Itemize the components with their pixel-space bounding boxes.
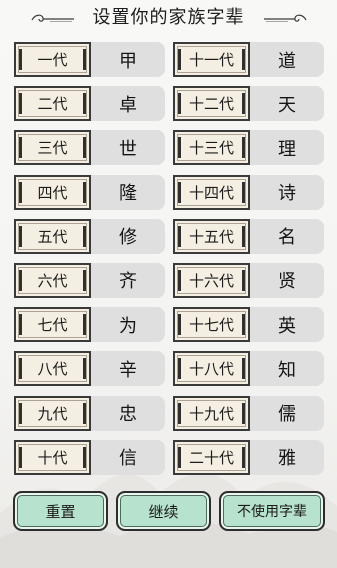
generation-char[interactable]: 为	[91, 307, 165, 342]
generation-row: 一代 甲 十一代 道	[14, 42, 324, 77]
generation-char[interactable]: 辛	[91, 351, 165, 386]
generation-row: 四代 隆 十四代 诗	[14, 174, 324, 210]
generation-label: 十六代	[173, 262, 250, 298]
generation-cell-17[interactable]: 十七代 英	[173, 307, 324, 343]
generation-char[interactable]: 道	[250, 42, 324, 77]
generation-char[interactable]: 贤	[250, 263, 324, 298]
generation-cell-1[interactable]: 一代 甲	[14, 42, 165, 77]
generation-cell-3[interactable]: 三代 世	[14, 130, 165, 166]
generation-cell-7[interactable]: 七代 为	[14, 307, 165, 343]
generation-label: 五代	[14, 218, 91, 254]
generation-char[interactable]: 知	[250, 351, 324, 386]
generation-cell-13[interactable]: 十三代 理	[173, 130, 324, 166]
generation-cell-2[interactable]: 二代 卓	[14, 86, 165, 122]
generation-char[interactable]: 世	[91, 130, 165, 165]
generation-cell-5[interactable]: 五代 修	[14, 218, 165, 254]
generation-cell-11[interactable]: 十一代 道	[173, 42, 324, 77]
generation-char[interactable]: 理	[250, 130, 324, 165]
generation-cell-4[interactable]: 四代 隆	[14, 174, 165, 210]
cloud-swirl-right-icon	[264, 14, 307, 22]
generation-grid: 一代 甲 十一代 道 二代 卓 十二代 天 三代 世 十三代 理 四代 隆 十四…	[14, 42, 324, 484]
generation-label: 三代	[14, 130, 91, 166]
generation-char[interactable]: 名	[250, 219, 324, 254]
generation-cell-12[interactable]: 十二代 天	[173, 86, 324, 122]
generation-char[interactable]: 诗	[250, 175, 324, 210]
generation-label: 十八代	[173, 351, 250, 387]
generation-label: 二代	[14, 86, 91, 122]
generation-label: 四代	[14, 174, 91, 210]
generation-cell-6[interactable]: 六代 齐	[14, 262, 165, 298]
generation-char[interactable]: 卓	[91, 86, 165, 121]
generation-char[interactable]: 天	[250, 86, 324, 121]
generation-row: 九代 忠 十九代 儒	[14, 395, 324, 431]
generation-label: 八代	[14, 351, 91, 387]
generation-label: 九代	[14, 395, 91, 431]
generation-char[interactable]: 忠	[91, 396, 165, 431]
generation-cell-16[interactable]: 十六代 贤	[173, 262, 324, 298]
no-generation-names-button[interactable]: 不使用字辈	[219, 491, 325, 531]
generation-row: 七代 为 十七代 英	[14, 307, 324, 343]
generation-char[interactable]: 修	[91, 219, 165, 254]
generation-cell-20[interactable]: 二十代 雅	[173, 439, 324, 475]
reset-button[interactable]: 重置	[13, 491, 108, 531]
generation-char[interactable]: 甲	[91, 42, 165, 77]
title-bar: 设置你的家族字辈	[0, 0, 337, 30]
generation-label: 十三代	[173, 130, 250, 166]
generation-label: 二十代	[173, 439, 250, 475]
generation-char[interactable]: 雅	[250, 440, 324, 475]
generation-label: 十代	[14, 439, 91, 475]
generation-cell-14[interactable]: 十四代 诗	[173, 174, 324, 210]
generation-char[interactable]: 齐	[91, 263, 165, 298]
generation-row: 五代 修 十五代 名	[14, 218, 324, 254]
generation-cell-18[interactable]: 十八代 知	[173, 351, 324, 387]
generation-char[interactable]: 隆	[91, 175, 165, 210]
generation-cell-19[interactable]: 十九代 儒	[173, 395, 324, 431]
generation-char[interactable]: 信	[91, 440, 165, 475]
action-buttons: 重置 继续 不使用字辈	[13, 491, 325, 531]
generation-cell-8[interactable]: 八代 辛	[14, 351, 165, 387]
generation-row: 三代 世 十三代 理	[14, 130, 324, 166]
generation-char[interactable]: 儒	[250, 396, 324, 431]
generation-cell-15[interactable]: 十五代 名	[173, 218, 324, 254]
generation-row: 八代 辛 十八代 知	[14, 351, 324, 387]
generation-label: 十七代	[173, 307, 250, 343]
generation-label: 十四代	[173, 174, 250, 210]
generation-label: 七代	[14, 307, 91, 343]
generation-char[interactable]: 英	[250, 307, 324, 342]
generation-label: 十五代	[173, 218, 250, 254]
generation-label: 一代	[14, 42, 91, 77]
generation-row: 十代 信 二十代 雅	[14, 439, 324, 475]
generation-label: 六代	[14, 262, 91, 298]
generation-label: 十二代	[173, 86, 250, 122]
generation-cell-10[interactable]: 十代 信	[14, 439, 165, 475]
continue-button[interactable]: 继续	[116, 491, 211, 531]
generation-label: 十九代	[173, 395, 250, 431]
generation-label: 十一代	[173, 42, 250, 77]
generation-cell-9[interactable]: 九代 忠	[14, 395, 165, 431]
generation-row: 六代 齐 十六代 贤	[14, 262, 324, 298]
generation-row: 二代 卓 十二代 天	[14, 86, 324, 122]
